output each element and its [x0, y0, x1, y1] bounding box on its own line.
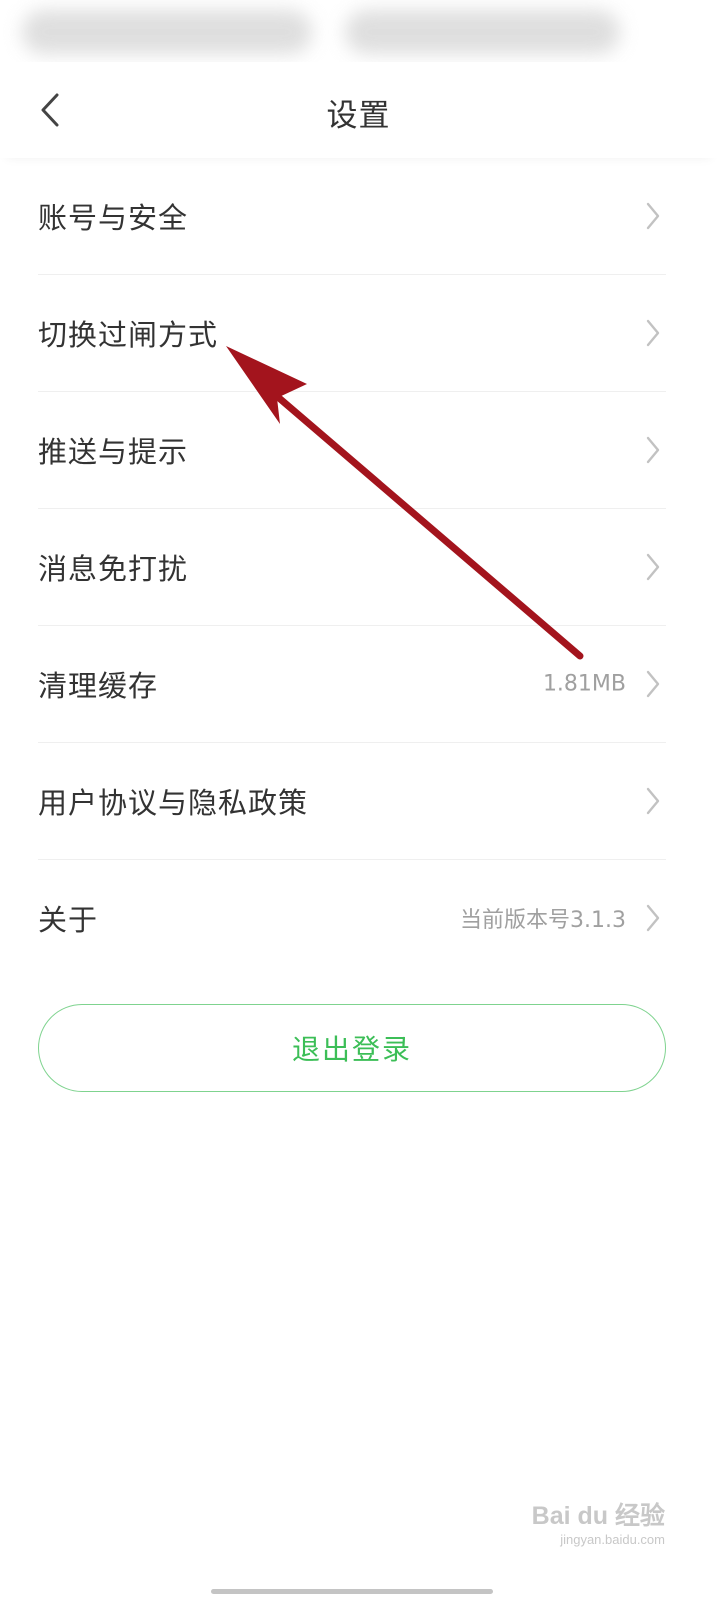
settings-item-gate-mode[interactable]: 切换过闸方式 — [38, 275, 666, 392]
settings-item-label: 关于 — [38, 903, 99, 937]
settings-list: 账号与安全 切换过闸方式 推送与提示 消息免打扰 清理缓存 1.81MB 用户协… — [38, 158, 666, 976]
chevron-right-icon — [646, 787, 660, 815]
settings-item-label: 切换过闸方式 — [38, 318, 219, 352]
chevron-right-icon — [646, 904, 660, 932]
baidu-jingyan-watermark: Bai du 经验 jingyan.baidu.com — [532, 1496, 665, 1547]
status-bar-blurred-left — [22, 10, 312, 54]
settings-item-push-notifications[interactable]: 推送与提示 — [38, 392, 666, 509]
settings-item-label: 账号与安全 — [38, 201, 189, 235]
cache-size-value: 1.81MB — [542, 671, 626, 697]
chevron-right-icon — [646, 670, 660, 698]
status-bar — [0, 0, 717, 62]
watermark-logo-text: Bai du 经验 — [531, 1502, 665, 1530]
settings-item-user-agreement-privacy[interactable]: 用户协议与隐私政策 — [38, 743, 666, 860]
status-bar-blurred-right — [345, 10, 620, 54]
settings-item-about[interactable]: 关于 当前版本号3.1.3 — [38, 860, 666, 976]
chevron-right-icon — [646, 553, 660, 581]
page-title: 设置 — [326, 98, 391, 134]
logout-button[interactable]: 退出登录 — [38, 1004, 666, 1092]
watermark-url: jingyan.baidu.com — [560, 1532, 665, 1547]
settings-item-account-security[interactable]: 账号与安全 — [38, 158, 666, 275]
settings-item-label: 用户协议与隐私政策 — [38, 786, 309, 820]
chevron-right-icon — [646, 202, 660, 230]
chevron-right-icon — [646, 319, 660, 347]
settings-item-label: 推送与提示 — [38, 435, 189, 469]
header: 设置 — [0, 62, 717, 158]
settings-item-label: 消息免打扰 — [38, 552, 189, 586]
settings-item-label: 清理缓存 — [38, 669, 159, 703]
chevron-right-icon — [646, 436, 660, 464]
version-value: 当前版本号3.1.3 — [460, 908, 626, 933]
settings-item-clear-cache[interactable]: 清理缓存 1.81MB — [38, 626, 666, 743]
settings-item-do-not-disturb[interactable]: 消息免打扰 — [38, 509, 666, 626]
home-indicator[interactable] — [211, 1589, 493, 1594]
